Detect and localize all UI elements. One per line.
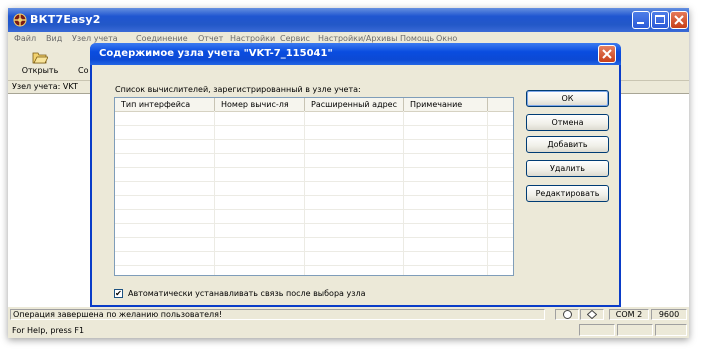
- status-indicator-2: [580, 309, 604, 320]
- ok-button[interactable]: ОК: [526, 90, 609, 107]
- menu-node[interactable]: Узел учета: [72, 34, 118, 43]
- menu-file[interactable]: Файл: [14, 34, 36, 43]
- grid-line: [115, 237, 513, 238]
- main-window: ВКТ7Easy2 Файл Вид Узел учета Соединение…: [8, 8, 689, 338]
- grid-line: [115, 195, 513, 196]
- status-pane-1: [579, 324, 615, 336]
- dialog-title: Содержимое узла учета "VKT-7_115041": [99, 48, 333, 59]
- node-label: Узел учета: VKT: [12, 82, 78, 91]
- close-button[interactable]: [670, 11, 688, 29]
- column-calculator-number[interactable]: Номер вычис-ля: [215, 98, 305, 111]
- calculators-table[interactable]: Тип интерфейса Номер вычис-ля Расширенны…: [114, 97, 514, 276]
- maximize-button[interactable]: [651, 11, 669, 29]
- node-content-dialog: Содержимое узла учета "VKT-7_115041" Спи…: [90, 43, 621, 307]
- close-icon: [602, 49, 612, 59]
- dialog-title-bar[interactable]: Содержимое узла учета "VKT-7_115041": [90, 43, 621, 65]
- help-text: For Help, press F1: [12, 326, 85, 335]
- auto-connect-checkbox[interactable]: ✔: [114, 289, 123, 298]
- cancel-button[interactable]: Отмена: [526, 114, 609, 131]
- grid-line: [115, 181, 513, 182]
- menu-report[interactable]: Отчет: [198, 34, 223, 43]
- maximize-icon: [655, 15, 665, 24]
- add-button[interactable]: Добавить: [526, 136, 609, 153]
- status-port: COM 2: [609, 309, 649, 320]
- delete-button[interactable]: Удалить: [526, 160, 609, 177]
- status-bar: Операция завершена по желанию пользовате…: [8, 306, 689, 322]
- edit-button[interactable]: Редактировать: [526, 185, 609, 202]
- status-indicator-1: [555, 309, 579, 320]
- dialog-close-button[interactable]: [598, 45, 616, 63]
- grid-line: [115, 139, 513, 140]
- connection-indicator-icon: [563, 310, 572, 319]
- grid-line: [115, 251, 513, 252]
- diamond-indicator-icon: [586, 309, 598, 320]
- close-icon: [674, 15, 684, 25]
- grid-line: [115, 223, 513, 224]
- column-extended-address[interactable]: Расширенный адрес: [305, 98, 404, 111]
- menu-help[interactable]: Помощь: [400, 34, 434, 43]
- toolbar-partial-label[interactable]: Со: [78, 66, 88, 75]
- open-button[interactable]: Открыть: [18, 48, 62, 78]
- menu-archives[interactable]: Настройки/Архивы: [318, 34, 397, 43]
- menu-service[interactable]: Сервис: [280, 34, 310, 43]
- status-message: Операция завершена по желанию пользовате…: [10, 309, 545, 320]
- column-interface-type[interactable]: Тип интерфейса: [115, 98, 215, 111]
- minimize-icon: [637, 22, 644, 24]
- status-pane-3: [655, 324, 687, 336]
- status-baud: 9600: [651, 309, 687, 320]
- table-header: Тип интерфейса Номер вычис-ля Расширенны…: [115, 98, 513, 112]
- column-note[interactable]: Примечание: [404, 98, 488, 111]
- grid-line: [115, 153, 513, 154]
- minimize-button[interactable]: [632, 11, 650, 29]
- calculators-list-label: Список вычислителей, зарегистрированный …: [115, 85, 361, 94]
- main-title-bar[interactable]: ВКТ7Easy2: [8, 8, 689, 32]
- auto-connect-label: Автоматически устанавливать связь после …: [128, 289, 366, 298]
- folder-open-icon: [32, 52, 49, 64]
- main-window-title: ВКТ7Easy2: [30, 13, 101, 26]
- help-status-bar: For Help, press F1: [8, 322, 689, 338]
- grid-line: [115, 125, 513, 126]
- grid-line: [115, 209, 513, 210]
- menu-window[interactable]: Окно: [436, 34, 457, 43]
- menu-view[interactable]: Вид: [46, 34, 62, 43]
- status-pane-2: [617, 324, 653, 336]
- grid-line: [115, 167, 513, 168]
- app-icon: [13, 13, 27, 27]
- menu-settings[interactable]: Настройки: [230, 34, 275, 43]
- grid-line: [115, 265, 513, 266]
- menu-connection[interactable]: Соединение: [136, 34, 188, 43]
- open-button-label: Открыть: [21, 66, 59, 75]
